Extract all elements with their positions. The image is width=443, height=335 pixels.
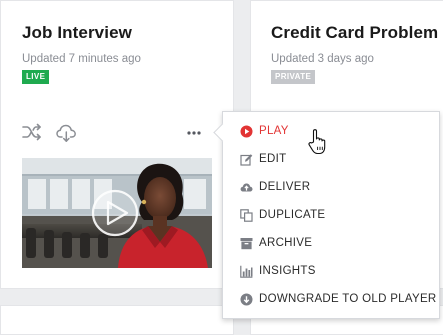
cloud-download-icon[interactable] bbox=[55, 122, 77, 142]
edit-icon bbox=[240, 153, 253, 166]
more-dots-icon[interactable] bbox=[185, 125, 203, 139]
menu-item-downgrade[interactable]: DOWNGRADE TO OLD PLAYER bbox=[223, 286, 439, 314]
menu-item-duplicate[interactable]: DUPLICATE bbox=[223, 202, 439, 230]
video-thumbnail-image bbox=[22, 158, 212, 268]
menu-item-play[interactable]: PLAY bbox=[223, 118, 439, 146]
hand-cursor-icon bbox=[307, 128, 329, 156]
shuffle-icon[interactable] bbox=[21, 122, 43, 142]
menu-item-archive[interactable]: ARCHIVE bbox=[223, 230, 439, 258]
story-card-partial[interactable] bbox=[0, 305, 234, 335]
card-title[interactable]: Credit Card Problem bbox=[271, 23, 438, 43]
play-circle-icon bbox=[240, 125, 253, 138]
card-actions-menu: PLAY EDIT DELIVER DUPLICATE ARCHIVE INSI… bbox=[213, 111, 440, 319]
menu-item-label: DUPLICATE bbox=[259, 209, 326, 221]
video-thumbnail[interactable] bbox=[22, 158, 212, 268]
menu-item-label: DELIVER bbox=[259, 181, 311, 193]
card-title[interactable]: Job Interview bbox=[22, 23, 132, 43]
menu-item-label: ARCHIVE bbox=[259, 237, 313, 249]
download-circle-icon bbox=[240, 293, 253, 306]
menu-item-insights[interactable]: INSIGHTS bbox=[223, 258, 439, 286]
status-badge: PRIVATE bbox=[271, 70, 316, 84]
duplicate-icon bbox=[240, 209, 253, 222]
story-card-job-interview[interactable]: Job Interview Updated 7 minutes ago LIVE bbox=[0, 0, 234, 289]
menu-item-label: PLAY bbox=[259, 125, 289, 137]
card-updated-time: Updated 7 minutes ago bbox=[22, 53, 141, 65]
archive-icon bbox=[240, 237, 253, 250]
menu-item-label: INSIGHTS bbox=[259, 265, 316, 277]
menu-item-deliver[interactable]: DELIVER bbox=[223, 174, 439, 202]
card-updated-time: Updated 3 days ago bbox=[271, 53, 374, 65]
menu-item-label: DOWNGRADE TO OLD PLAYER bbox=[259, 293, 437, 305]
menu-item-label: EDIT bbox=[259, 153, 287, 165]
menu-item-edit[interactable]: EDIT bbox=[223, 146, 439, 174]
bar-chart-icon bbox=[240, 265, 253, 278]
cloud-upload-icon bbox=[240, 181, 253, 194]
status-badge: LIVE bbox=[22, 70, 50, 84]
